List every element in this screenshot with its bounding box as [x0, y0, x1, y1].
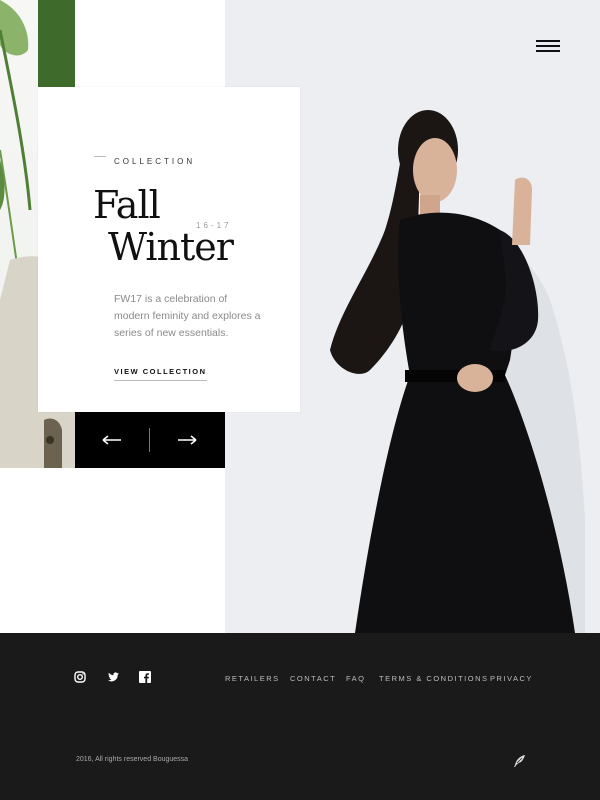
- facebook-icon[interactable]: [139, 671, 153, 685]
- site-footer: RETAILERS CONTACT FAQ TERMS & CONDITIONS…: [0, 633, 600, 800]
- title-line-2: Winter: [108, 225, 234, 269]
- pager-divider: [149, 428, 150, 452]
- twitter-icon[interactable]: [107, 671, 121, 685]
- hamburger-menu-icon[interactable]: [536, 40, 562, 54]
- slide-pager: [75, 412, 225, 468]
- nav-contact[interactable]: CONTACT: [290, 674, 336, 683]
- eyebrow-dash: [94, 156, 106, 157]
- menu-line: [536, 45, 560, 47]
- arrow-left-icon[interactable]: [97, 431, 127, 449]
- menu-line: [536, 40, 560, 42]
- nav-retailers[interactable]: RETAILERS: [225, 674, 280, 683]
- nav-privacy[interactable]: PRIVACY: [490, 674, 533, 683]
- title-line-1: Fall: [93, 183, 161, 227]
- hero-section: COLLECTION Fall 16-17 Winter FW17 is a c…: [0, 0, 600, 633]
- nav-terms[interactable]: TERMS & CONDITIONS: [379, 674, 489, 683]
- nav-faq[interactable]: FAQ: [346, 674, 366, 683]
- copyright-text: 2016, All rights reserved Bouguessa: [76, 756, 189, 763]
- feather-logo-icon: [511, 753, 527, 769]
- collection-eyebrow: COLLECTION: [114, 157, 196, 166]
- instagram-icon[interactable]: [74, 671, 88, 685]
- menu-line: [536, 50, 560, 52]
- model-photo: [300, 100, 600, 633]
- arrow-right-icon[interactable]: [172, 431, 202, 449]
- view-collection-link[interactable]: VIEW COLLECTION: [114, 367, 207, 381]
- collection-description: FW17 is a celebration of modern feminity…: [114, 293, 261, 339]
- collection-card: COLLECTION Fall 16-17 Winter FW17 is a c…: [38, 87, 300, 412]
